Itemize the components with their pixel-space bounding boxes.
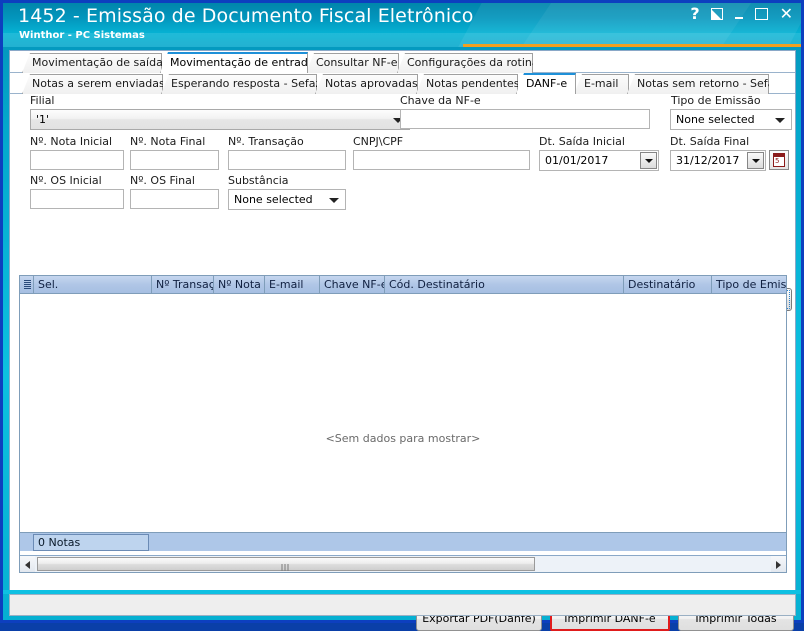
- column-header-email[interactable]: E-mail: [265, 276, 320, 293]
- calendar-dropdown-icon-2[interactable]: [747, 152, 764, 169]
- tab-primary-1[interactable]: Movimentação de entrada: [160, 52, 308, 73]
- tab-secondary-1[interactable]: Esperando resposta - Sefaz: [161, 74, 317, 94]
- dt-saida-final-field[interactable]: 31/12/2017: [670, 150, 766, 171]
- column-header-chave-nfe[interactable]: Chave NF-e: [320, 276, 385, 293]
- label-cnpj-cpf: CNPJ\CPF: [353, 135, 404, 148]
- calendar-icon: [773, 153, 785, 167]
- chevron-down-icon: [775, 118, 785, 123]
- search-form: Filial '1' Chave da NF-e Tipo de Emissão…: [10, 94, 795, 311]
- close-icon[interactable]: ✕: [780, 6, 793, 22]
- scroll-right-arrow-icon[interactable]: [771, 556, 786, 572]
- label-nota-final: Nº. Nota Final: [130, 135, 206, 148]
- tab-primary-2[interactable]: Consultar NF-e: [306, 53, 399, 73]
- label-os-final: Nº. OS Final: [130, 174, 195, 187]
- tab-secondary-2[interactable]: Notas aprovadas: [315, 74, 418, 94]
- nota-final-input[interactable]: [130, 150, 219, 170]
- tab-secondary-label-2: Notas aprovadas: [325, 77, 418, 90]
- tab-primary-0[interactable]: Movimentação de saída: [22, 53, 162, 73]
- scroll-left-arrow-icon[interactable]: [20, 556, 35, 572]
- scrollbar-grip-icon: [281, 561, 291, 571]
- dt-saida-inicial-value: 01/01/2017: [545, 154, 609, 167]
- chave-nfe-input[interactable]: [400, 109, 650, 129]
- tab-primary-label-1: Movimentação de entrada: [170, 56, 315, 69]
- label-substancia: Substância: [228, 174, 289, 187]
- os-inicial-input[interactable]: [30, 189, 124, 209]
- window-subtitle: Winthor - PC Sistemas: [19, 30, 145, 41]
- restore-icon[interactable]: [710, 7, 723, 20]
- transacao-input[interactable]: [228, 150, 346, 170]
- label-nota-inicial: Nº. Nota Inicial: [30, 135, 113, 148]
- tab-secondary-label-1: Esperando resposta - Sefaz: [171, 77, 322, 90]
- window-status-strip: [9, 594, 796, 616]
- empty-state-message: <Sem dados para mostrar>: [325, 432, 481, 445]
- tab-secondary-0[interactable]: Notas a serem enviadas: [22, 74, 163, 94]
- title-bar-accent-line: [463, 44, 801, 47]
- grid-body: <Sem dados para mostrar>: [20, 294, 786, 553]
- chevron-down-icon: [329, 198, 339, 203]
- application-window: 1452 - Emissão de Documento Fiscal Eletr…: [0, 0, 804, 631]
- tab-secondary-label-6: Notas sem retorno - Sefaz: [637, 77, 781, 90]
- tab-primary-3[interactable]: Configurações da rotina: [397, 53, 533, 73]
- tipo-emissao-value: None selected: [676, 113, 755, 126]
- tab-secondary-3[interactable]: Notas pendentes: [416, 74, 518, 94]
- label-tipo-emissao: Tipo de Emissão: [671, 94, 761, 107]
- dt-saida-inicial-field[interactable]: 01/01/2017: [539, 150, 659, 171]
- cnpj-cpf-input[interactable]: [353, 150, 530, 170]
- label-filial: Filial: [30, 94, 55, 107]
- calendar-dropdown-icon[interactable]: [640, 152, 657, 169]
- label-dt-saida-final: Dt. Saída Final: [670, 135, 750, 148]
- minimize-icon[interactable]: [734, 8, 744, 20]
- record-count-label: 0 Notas: [33, 534, 149, 551]
- nota-inicial-input[interactable]: [30, 150, 124, 170]
- title-bar: 1452 - Emissão de Documento Fiscal Eletr…: [3, 3, 801, 47]
- tab-primary-label-3: Configurações da rotina: [407, 56, 539, 69]
- column-header-cod-destinatario[interactable]: Cód. Destinatário: [385, 276, 624, 293]
- tab-primary-label-0: Movimentação de saída: [32, 56, 163, 69]
- tab-secondary-label-0: Notas a serem enviadas: [32, 77, 165, 90]
- client-area: Movimentação de saída Movimentação de ent…: [9, 50, 796, 631]
- dt-saida-final-value: 31/12/2017: [676, 154, 740, 167]
- column-header-sel[interactable]: Sel.: [34, 276, 152, 293]
- window-title: 1452 - Emissão de Documento Fiscal Eletr…: [18, 5, 474, 27]
- label-os-inicial: Nº. OS Inicial: [30, 174, 102, 187]
- column-header-destinatario[interactable]: Destinatário: [624, 276, 712, 293]
- column-header-nota[interactable]: Nº Nota: [214, 276, 265, 293]
- grid-status-bar: 0 Notas: [20, 532, 786, 551]
- calendar-picker-button[interactable]: [769, 150, 789, 170]
- help-icon[interactable]: ?: [690, 6, 699, 22]
- window-controls: ? ✕: [690, 6, 793, 22]
- tab-secondary-label-4: DANF-e: [526, 77, 568, 90]
- filial-combobox[interactable]: '1': [30, 109, 410, 130]
- tab-secondary-5[interactable]: E-mail: [574, 74, 629, 94]
- grid-select-all-icon[interactable]: [20, 276, 34, 293]
- primary-tab-bar: Movimentação de saída Movimentação de ent…: [10, 52, 795, 73]
- grid-horizontal-scrollbar[interactable]: [20, 555, 786, 572]
- tab-primary-label-2: Consultar NF-e: [316, 56, 398, 69]
- label-transacao: Nº. Transação: [228, 135, 304, 148]
- label-chave-nfe: Chave da NF-e: [400, 94, 481, 107]
- tab-secondary-4[interactable]: DANF-e: [516, 73, 576, 94]
- tab-secondary-label-5: E-mail: [584, 77, 619, 90]
- tab-secondary-6[interactable]: Notas sem retorno - Sefaz: [627, 74, 769, 94]
- maximize-icon[interactable]: [754, 7, 768, 20]
- column-header-tipo-emissao[interactable]: Tipo de Emissão: [712, 276, 786, 293]
- column-header-transacao[interactable]: Nº Transaçã: [152, 276, 214, 293]
- os-final-input[interactable]: [130, 189, 219, 209]
- results-grid: Sel. Nº Transaçã Nº Nota E-mail Chave NF…: [19, 275, 787, 573]
- substancia-combobox[interactable]: None selected: [228, 189, 346, 210]
- scrollbar-thumb[interactable]: [37, 557, 535, 571]
- grid-header-row: Sel. Nº Transaçã Nº Nota E-mail Chave NF…: [20, 276, 786, 294]
- grid-menu-icon: [24, 280, 31, 289]
- substancia-value: None selected: [234, 193, 313, 206]
- filial-value: '1': [36, 113, 50, 126]
- tipo-emissao-combobox[interactable]: None selected: [670, 109, 792, 130]
- label-dt-saida-inicial: Dt. Saída Inicial: [539, 135, 625, 148]
- secondary-tab-bar: Notas a serem enviadas Esperando resposta…: [10, 73, 795, 94]
- tab-secondary-label-3: Notas pendentes: [426, 77, 520, 90]
